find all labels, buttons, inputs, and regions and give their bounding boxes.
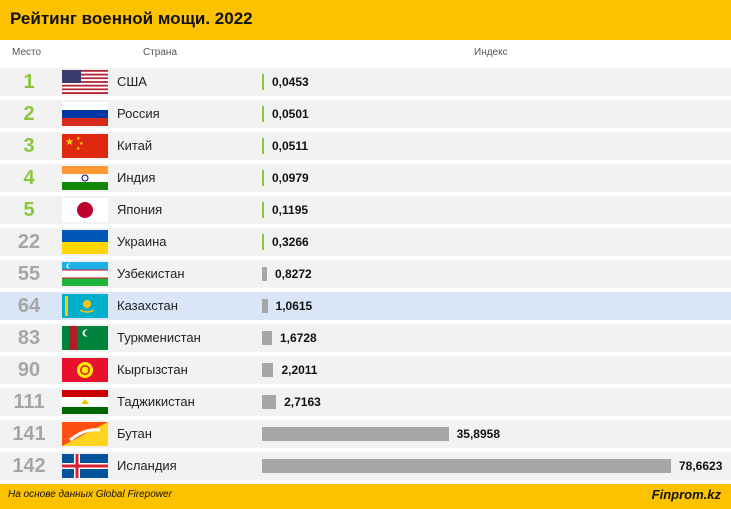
country-label: Казахстан [117,298,178,313]
svg-text:★: ★ [76,146,81,152]
table-row: 2 Россия 0,0501 [0,100,731,128]
index-bar [262,395,277,409]
country-label: Кыргызстан [117,362,188,377]
country-label: Узбекистан [117,266,185,281]
russia-flag-icon [62,102,108,126]
rank-label: 22 [17,231,41,253]
index-bar [262,74,264,90]
index-bar [262,267,267,281]
header-bar: Рейтинг военной мощи. 2022 [0,0,731,40]
country-column-header: Страна [143,47,178,58]
index-value-label: 0,0511 [272,139,309,153]
table-row: 55 Узбекистан 0,8272 [0,260,731,288]
country-label: Россия [117,106,160,121]
index-value-label: 1,0615 [275,299,313,313]
kyrgyzstan-flag-icon [62,358,108,382]
index-bar [262,234,264,250]
index-value-label: 0,1195 [272,203,309,217]
row-background [0,388,731,416]
kazakhstan-flag-icon [62,294,108,318]
uzbekistan-flag-icon [62,262,108,286]
rank-label: 90 [17,359,41,381]
table-row: 3 ★ ★ ★ ★ Китай 0,0511 [0,132,731,160]
footer-bar: На основе данных Global Firepower Finpro… [0,484,731,509]
index-bar [262,106,264,122]
rank-label: 142 [12,455,46,477]
index-value-label: 0,3266 [272,235,309,249]
row-background [0,68,731,96]
rank-label: 4 [23,167,35,189]
row-background [0,356,731,384]
index-column-header: Индекс [474,47,508,58]
country-label: Исландия [117,458,177,473]
rank-label: 2 [23,103,35,125]
row-background [0,132,731,160]
index-bar [262,299,268,313]
index-value-label: 1,6728 [280,331,317,345]
country-label: Китай [117,138,153,153]
table-row: 142 Исландия 78,6623 [0,452,731,480]
india-flag-icon [62,166,108,190]
japan-flag-icon [62,198,108,222]
country-label: Бутан [117,426,152,441]
table-row: 64 Казахстан 1,0615 [0,292,731,320]
index-bar [262,170,264,186]
row-background [0,164,731,192]
country-label: Туркменистан [117,330,201,345]
chart-title: Рейтинг военной мощи. 2022 [10,9,253,28]
usa-flag-icon [62,70,108,94]
rank-label: 83 [17,327,41,349]
table-row: 141 Бутан 35,8958 [0,420,731,448]
row-background [0,260,731,288]
brand-logo-text: Finprom.kz [651,487,721,502]
index-value-label: 35,8958 [456,427,501,441]
rank-label: 55 [17,263,41,285]
table-row: 90 Кыргызстан 2,2011 [0,356,731,384]
ukraine-flag-icon [62,230,108,254]
rank-label: 111 [13,391,45,413]
iceland-flag-icon [62,454,108,478]
row-background [0,100,731,128]
table-row: 1 США 0,0453 [0,68,731,96]
country-label: Индия [117,170,156,185]
index-value-label: 0,0979 [272,171,309,185]
index-bar [262,331,272,345]
index-bar [262,459,671,473]
rank-column-header: Место [12,47,42,58]
table-row: 22 Украина 0,3266 [0,228,731,256]
index-value-label: 2,2011 [281,363,318,377]
country-label: Таджикистан [117,394,195,409]
highlighted-row-background [0,292,731,320]
table-row: 4 Индия 0,0979 [0,164,731,192]
rank-label: 141 [12,423,46,445]
china-flag-icon: ★ ★★★ [62,134,108,158]
index-value-label: 0,8272 [275,267,312,281]
row-background [0,324,731,352]
country-label: Украина [117,234,167,249]
rank-label: 5 [23,199,35,221]
source-note: На основе данных Global Firepower [8,489,172,500]
table-row: 5 Япония 0,1195 [0,196,731,224]
turkmenistan-flag-icon [62,326,108,350]
index-value-label: 0,0453 [272,75,309,89]
row-background [0,196,731,224]
index-value-label: 2,7163 [284,395,321,409]
index-bar [262,138,264,154]
index-bar [262,363,274,377]
rank-label: 3 [23,135,35,157]
table-row: 111 Таджикистан 2,7163 [0,388,731,416]
index-value-label: 0,0501 [272,107,309,121]
index-bar [262,427,449,441]
bhutan-flag-icon [62,422,108,446]
svg-text:★: ★ [65,137,74,148]
table-row: 83 Туркменистан 1,6728 [0,324,731,352]
country-label: Япония [117,202,163,217]
index-bar [262,202,264,218]
index-value-label: 78,6623 [679,459,723,473]
rank-label: 1 [23,71,35,93]
country-label: США [117,74,147,89]
row-background [0,228,731,256]
tajikistan-flag-icon [62,390,108,414]
rank-label: 64 [17,295,41,317]
